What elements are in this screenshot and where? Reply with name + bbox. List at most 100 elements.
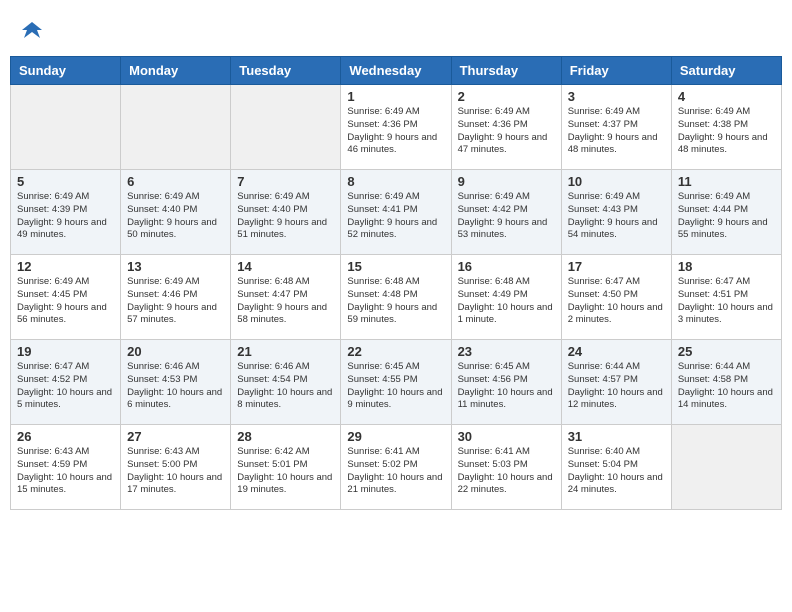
weekday-header-tuesday: Tuesday (231, 57, 341, 85)
day-info: Sunrise: 6:49 AM Sunset: 4:45 PM Dayligh… (17, 276, 114, 327)
day-number: 19 (17, 344, 114, 359)
day-number: 28 (237, 429, 334, 444)
day-number: 15 (347, 259, 444, 274)
day-cell: 30Sunrise: 6:41 AM Sunset: 5:03 PM Dayli… (451, 425, 561, 510)
day-number: 6 (127, 174, 224, 189)
day-info: Sunrise: 6:49 AM Sunset: 4:42 PM Dayligh… (458, 191, 555, 242)
day-info: Sunrise: 6:47 AM Sunset: 4:52 PM Dayligh… (17, 361, 114, 412)
day-info: Sunrise: 6:49 AM Sunset: 4:36 PM Dayligh… (347, 106, 444, 157)
day-cell (231, 85, 341, 170)
day-cell (11, 85, 121, 170)
day-number: 23 (458, 344, 555, 359)
weekday-header-friday: Friday (561, 57, 671, 85)
day-info: Sunrise: 6:45 AM Sunset: 4:55 PM Dayligh… (347, 361, 444, 412)
week-row-5: 26 Sunrise: 6:43 AM Sunset: 4:59 PM Dayli… (11, 425, 782, 510)
day-cell: 28 Sunrise: 6:42 AM Sunset: 5:01 PM Dayli… (231, 425, 341, 510)
day-info: Sunrise: 6:49 AM Sunset: 4:36 PM Dayligh… (458, 106, 555, 157)
day-info: Sunrise: 6:49 AM Sunset: 4:38 PM Dayligh… (678, 106, 775, 157)
day-info: Sunrise: 6:49 AM Sunset: 4:39 PM Dayligh… (17, 191, 114, 242)
day-cell: 20Sunrise: 6:46 AM Sunset: 4:53 PM Dayli… (121, 340, 231, 425)
day-number: 5 (17, 174, 114, 189)
logo-bird-icon (22, 20, 42, 40)
day-cell: 9 Sunrise: 6:49 AM Sunset: 4:42 PM Daylig… (451, 170, 561, 255)
day-number: 4 (678, 89, 775, 104)
day-cell: 1 Sunrise: 6:49 AM Sunset: 4:36 PM Daylig… (341, 85, 451, 170)
weekday-header-row: SundayMondayTuesdayWednesdayThursdayFrid… (11, 57, 782, 85)
day-cell: 21Sunrise: 6:46 AM Sunset: 4:54 PM Dayli… (231, 340, 341, 425)
day-number: 7 (237, 174, 334, 189)
day-info: Sunrise: 6:44 AM Sunset: 4:57 PM Dayligh… (568, 361, 665, 412)
weekday-header-wednesday: Wednesday (341, 57, 451, 85)
day-info: Sunrise: 6:46 AM Sunset: 4:53 PM Dayligh… (127, 361, 224, 412)
header (10, 10, 782, 51)
day-cell: 24 Sunrise: 6:44 AM Sunset: 4:57 PM Dayli… (561, 340, 671, 425)
day-number: 22 (347, 344, 444, 359)
week-row-3: 12 Sunrise: 6:49 AM Sunset: 4:45 PM Dayli… (11, 255, 782, 340)
day-cell: 4 Sunrise: 6:49 AM Sunset: 4:38 PM Daylig… (671, 85, 781, 170)
day-number: 27 (127, 429, 224, 444)
weekday-header-monday: Monday (121, 57, 231, 85)
day-number: 9 (458, 174, 555, 189)
day-info: Sunrise: 6:48 AM Sunset: 4:49 PM Dayligh… (458, 276, 555, 327)
weekday-header-thursday: Thursday (451, 57, 561, 85)
day-cell: 5 Sunrise: 6:49 AM Sunset: 4:39 PM Daylig… (11, 170, 121, 255)
day-cell (121, 85, 231, 170)
day-info: Sunrise: 6:45 AM Sunset: 4:56 PM Dayligh… (458, 361, 555, 412)
day-info: Sunrise: 6:49 AM Sunset: 4:43 PM Dayligh… (568, 191, 665, 242)
day-cell: 26 Sunrise: 6:43 AM Sunset: 4:59 PM Dayli… (11, 425, 121, 510)
day-info: Sunrise: 6:48 AM Sunset: 4:47 PM Dayligh… (237, 276, 334, 327)
weekday-header-sunday: Sunday (11, 57, 121, 85)
day-info: Sunrise: 6:43 AM Sunset: 5:00 PM Dayligh… (127, 446, 224, 497)
day-cell: 12 Sunrise: 6:49 AM Sunset: 4:45 PM Dayli… (11, 255, 121, 340)
week-row-2: 5 Sunrise: 6:49 AM Sunset: 4:39 PM Daylig… (11, 170, 782, 255)
day-cell: 27 Sunrise: 6:43 AM Sunset: 5:00 PM Dayli… (121, 425, 231, 510)
day-cell: 6 Sunrise: 6:49 AM Sunset: 4:40 PM Daylig… (121, 170, 231, 255)
day-number: 26 (17, 429, 114, 444)
day-cell: 19 Sunrise: 6:47 AM Sunset: 4:52 PM Dayli… (11, 340, 121, 425)
day-number: 1 (347, 89, 444, 104)
day-cell: 11 Sunrise: 6:49 AM Sunset: 4:44 PM Dayli… (671, 170, 781, 255)
logo (20, 20, 42, 46)
day-number: 16 (458, 259, 555, 274)
day-number: 18 (678, 259, 775, 274)
day-info: Sunrise: 6:49 AM Sunset: 4:40 PM Dayligh… (237, 191, 334, 242)
day-info: Sunrise: 6:42 AM Sunset: 5:01 PM Dayligh… (237, 446, 334, 497)
day-cell (671, 425, 781, 510)
day-info: Sunrise: 6:49 AM Sunset: 4:41 PM Dayligh… (347, 191, 444, 242)
day-number: 14 (237, 259, 334, 274)
day-info: Sunrise: 6:47 AM Sunset: 4:50 PM Dayligh… (568, 276, 665, 327)
day-number: 31 (568, 429, 665, 444)
day-cell: 29 Sunrise: 6:41 AM Sunset: 5:02 PM Dayli… (341, 425, 451, 510)
day-info: Sunrise: 6:41 AM Sunset: 5:02 PM Dayligh… (347, 446, 444, 497)
day-number: 24 (568, 344, 665, 359)
weekday-header-saturday: Saturday (671, 57, 781, 85)
week-row-1: 1 Sunrise: 6:49 AM Sunset: 4:36 PM Daylig… (11, 85, 782, 170)
day-cell: 15Sunrise: 6:48 AM Sunset: 4:48 PM Dayli… (341, 255, 451, 340)
day-number: 12 (17, 259, 114, 274)
day-cell: 31Sunrise: 6:40 AM Sunset: 5:04 PM Dayli… (561, 425, 671, 510)
day-cell: 18 Sunrise: 6:47 AM Sunset: 4:51 PM Dayli… (671, 255, 781, 340)
calendar: SundayMondayTuesdayWednesdayThursdayFrid… (10, 56, 782, 510)
day-cell: 8Sunrise: 6:49 AM Sunset: 4:41 PM Daylig… (341, 170, 451, 255)
day-number: 10 (568, 174, 665, 189)
day-number: 25 (678, 344, 775, 359)
day-cell: 10 Sunrise: 6:49 AM Sunset: 4:43 PM Dayli… (561, 170, 671, 255)
day-info: Sunrise: 6:49 AM Sunset: 4:37 PM Dayligh… (568, 106, 665, 157)
day-info: Sunrise: 6:49 AM Sunset: 4:40 PM Dayligh… (127, 191, 224, 242)
day-number: 29 (347, 429, 444, 444)
day-info: Sunrise: 6:49 AM Sunset: 4:46 PM Dayligh… (127, 276, 224, 327)
day-number: 13 (127, 259, 224, 274)
day-cell: 25 Sunrise: 6:44 AM Sunset: 4:58 PM Dayli… (671, 340, 781, 425)
day-info: Sunrise: 6:44 AM Sunset: 4:58 PM Dayligh… (678, 361, 775, 412)
day-info: Sunrise: 6:47 AM Sunset: 4:51 PM Dayligh… (678, 276, 775, 327)
day-number: 17 (568, 259, 665, 274)
day-number: 21 (237, 344, 334, 359)
day-number: 3 (568, 89, 665, 104)
day-cell: 22 Sunrise: 6:45 AM Sunset: 4:55 PM Dayli… (341, 340, 451, 425)
day-number: 11 (678, 174, 775, 189)
day-number: 30 (458, 429, 555, 444)
day-info: Sunrise: 6:43 AM Sunset: 4:59 PM Dayligh… (17, 446, 114, 497)
day-info: Sunrise: 6:49 AM Sunset: 4:44 PM Dayligh… (678, 191, 775, 242)
day-cell: 16 Sunrise: 6:48 AM Sunset: 4:49 PM Dayli… (451, 255, 561, 340)
day-cell: 17 Sunrise: 6:47 AM Sunset: 4:50 PM Dayli… (561, 255, 671, 340)
